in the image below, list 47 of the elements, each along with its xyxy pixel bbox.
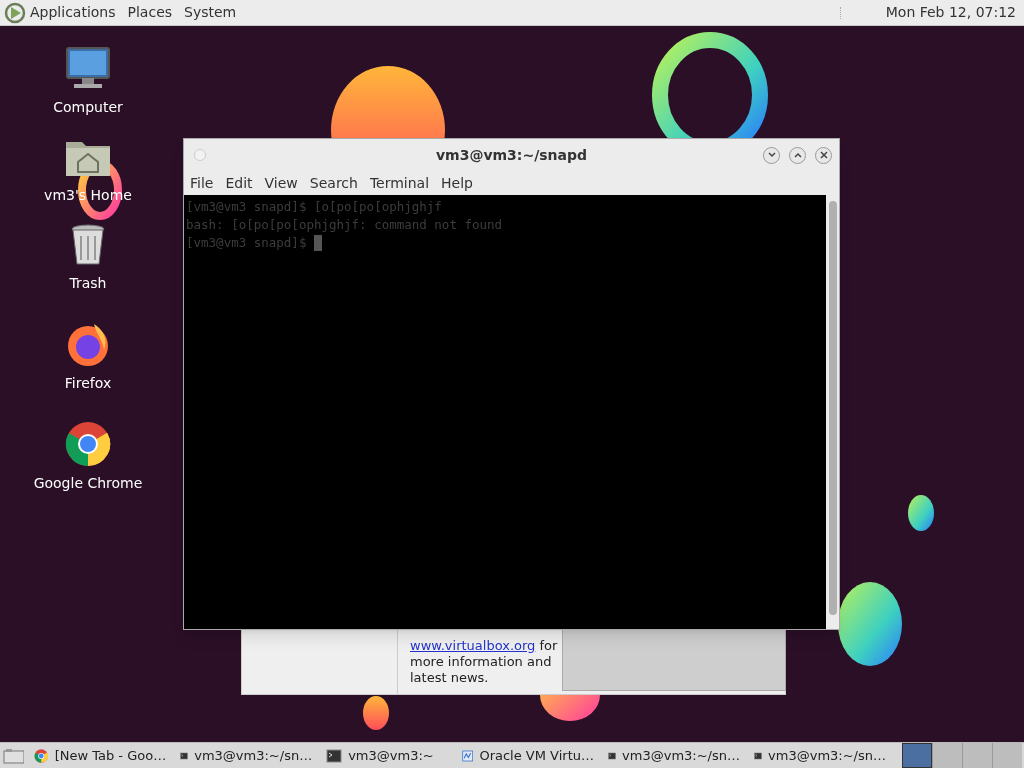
taskbar-button[interactable]: vm3@vm3:~/sn… bbox=[750, 744, 890, 767]
text-line: more information and bbox=[410, 654, 553, 670]
panel-separator bbox=[839, 6, 842, 19]
chevron-down-icon bbox=[767, 152, 776, 158]
panel-menu[interactable]: Places bbox=[127, 2, 173, 23]
workspace[interactable] bbox=[932, 743, 962, 768]
scrollbar[interactable] bbox=[826, 195, 839, 629]
terminal-icon bbox=[326, 747, 343, 764]
close-button[interactable] bbox=[815, 146, 832, 164]
menu-item[interactable]: Search bbox=[309, 172, 358, 194]
taskbar-button[interactable]: vm3@vm3:~/sn… bbox=[604, 744, 744, 767]
taskbar-button[interactable]: vm3@vm3:~ bbox=[322, 744, 452, 767]
text-line: latest news. bbox=[410, 670, 490, 686]
icon-label[interactable]: Trash bbox=[69, 274, 107, 292]
menu-item[interactable]: Edit bbox=[225, 172, 253, 194]
menu-item[interactable]: Help bbox=[441, 172, 473, 194]
menu-item[interactable]: View bbox=[264, 172, 298, 194]
chrome-icon bbox=[34, 747, 49, 764]
menu-item[interactable]: File bbox=[190, 172, 214, 194]
menu-item[interactable]: Terminal bbox=[369, 172, 430, 194]
panel-menu[interactable]: System bbox=[184, 2, 237, 23]
link[interactable]: www.virtualbox.org bbox=[410, 638, 536, 653]
terminal-line: bash: [o[po[po[ophjghjf: command not found bbox=[186, 216, 503, 234]
minimize-button[interactable] bbox=[763, 146, 780, 164]
virtualbox-icon bbox=[462, 747, 474, 764]
taskbar-button[interactable]: vm3@vm3:~/sn… bbox=[176, 744, 317, 767]
workspace[interactable] bbox=[902, 743, 932, 768]
cursor bbox=[313, 235, 322, 251]
terminal-line: [vm3@vm3 snapd]$ [o[po[po[ophjghjf bbox=[186, 198, 442, 216]
window-control[interactable] bbox=[194, 149, 206, 161]
logo-icon[interactable] bbox=[4, 1, 26, 24]
icon-label[interactable]: Computer bbox=[53, 98, 123, 116]
maximize-button[interactable] bbox=[789, 146, 806, 164]
taskbar-button[interactable]: [New Tab - Goo… bbox=[30, 744, 171, 767]
icon-label[interactable]: Firefox bbox=[64, 374, 112, 392]
link-line: www.virtualbox.org for bbox=[410, 638, 558, 654]
chevron-up-icon bbox=[793, 152, 802, 158]
icon-label[interactable]: Google Chrome bbox=[33, 474, 143, 492]
taskbar-button[interactable]: Oracle VM Virtu… bbox=[458, 744, 598, 767]
clock[interactable]: Mon Feb 12, 07:12 bbox=[885, 2, 1016, 23]
workspace[interactable] bbox=[992, 743, 1022, 768]
workspace[interactable] bbox=[962, 743, 992, 768]
terminal-line: [vm3@vm3 snapd]$ bbox=[186, 234, 308, 252]
close-icon bbox=[819, 151, 828, 159]
window-title: vm3@vm3:~/snapd bbox=[435, 145, 588, 165]
panel-menu[interactable]: Applications bbox=[30, 2, 116, 23]
chrome-icon bbox=[64, 420, 112, 468]
